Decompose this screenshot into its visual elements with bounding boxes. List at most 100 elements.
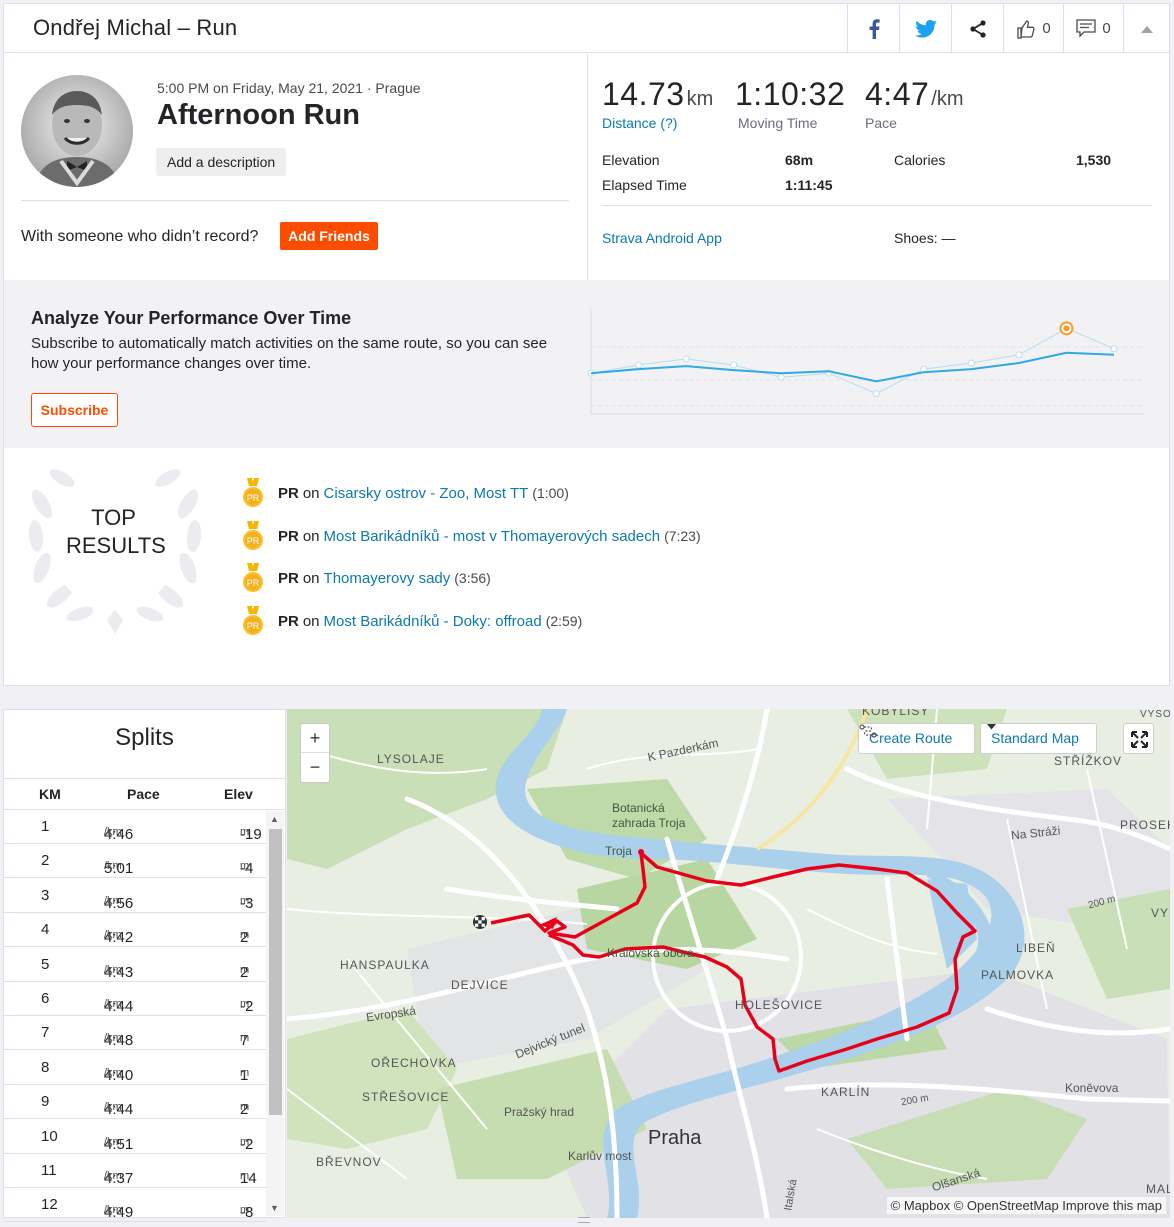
divider [21, 200, 569, 201]
pr-medal-icon: PR [243, 521, 263, 550]
segment-time: (1:00) [532, 485, 569, 501]
top-results-line1: TOP [91, 505, 136, 530]
comments-button[interactable]: 0 [1063, 4, 1123, 53]
chart-series-line [590, 351, 1115, 383]
chart-point [967, 359, 975, 367]
elapsed-time-label: Elapsed Time [602, 177, 687, 193]
scroll-up-arrow-icon[interactable]: ▲ [270, 814, 279, 824]
add-description-button[interactable]: Add a description [156, 148, 287, 176]
medal-label: PR [247, 621, 260, 631]
scroll-down-arrow-icon[interactable]: ▼ [270, 1203, 279, 1213]
map-label: LIBEŇ [1016, 941, 1056, 955]
zoom-out-button[interactable]: − [301, 753, 329, 782]
splits-table-header: KM Pace Elev [4, 778, 285, 810]
facebook-share-button[interactable] [847, 4, 899, 53]
distance-label-link[interactable]: Distance (?) [602, 115, 713, 131]
split-km: 6 [41, 990, 50, 1007]
create-route-button[interactable]: Create Route [858, 723, 975, 754]
pr-label: PR [278, 569, 299, 587]
device-link[interactable]: Strava Android App [602, 230, 722, 246]
share-button[interactable] [951, 4, 1003, 53]
pr-label: PR [278, 527, 299, 545]
pr-on: on [302, 527, 320, 545]
distance-unit: km [686, 88, 714, 110]
list-item: PR PR on Cisarsky ostrov - Zoo, Most TT … [242, 478, 569, 508]
list-item: PR PR on Most Barikádníků - Doky: offroa… [242, 606, 582, 636]
map-label: DEJVICE [451, 978, 509, 992]
twitter-share-button[interactable] [899, 4, 951, 53]
chart-point [872, 390, 880, 398]
map-attribution[interactable]: © Mapbox © OpenStreetMap Improve this ma… [886, 1197, 1166, 1214]
pace-value: 4:47 [865, 76, 930, 112]
split-pace-unit: /km [104, 1101, 122, 1114]
chart-point [730, 361, 738, 369]
calories-label: Calories [894, 152, 946, 168]
map-style-select[interactable]: Standard Map [980, 723, 1097, 754]
scrollbar-thumb[interactable] [269, 829, 282, 1115]
resize-grip-icon[interactable] [578, 1217, 590, 1223]
pr-on: on [302, 569, 320, 587]
split-pace-unit: /km [104, 894, 122, 907]
map-label: Koněvova [1065, 1081, 1119, 1095]
split-pace-unit: /km [104, 826, 122, 838]
table-row: 9 4:44 /km 2 m [4, 1085, 266, 1120]
segment-link[interactable]: Cisarsky ostrov - Zoo, Most TT [324, 485, 529, 502]
avatar[interactable] [21, 75, 133, 187]
performance-chart [587, 308, 1144, 415]
expand-icon [1131, 731, 1148, 748]
table-row: 2 5:01 /km -4 m [4, 844, 266, 879]
split-elev-unit: m [240, 1135, 250, 1148]
split-elev-unit: m [240, 963, 250, 976]
segment-time: (7:23) [664, 528, 701, 544]
split-elev-unit: m [240, 894, 250, 907]
kudos-button[interactable]: 0 [1003, 4, 1063, 53]
split-pace-unit: /km [104, 1204, 122, 1217]
table-row: 3 4:56 /km -3 m [4, 879, 266, 913]
map-style-label: Standard Map [991, 730, 1079, 746]
split-elev-unit: m [240, 1032, 250, 1045]
segment-link[interactable]: Most Barikádníků - Doky: offroad [324, 613, 542, 630]
map-label: HANSPAULKA [340, 958, 430, 972]
split-pace-unit: /km [104, 1170, 122, 1182]
chart-point [635, 361, 643, 369]
map-label: BŘEVNOV [316, 1155, 382, 1169]
col-km: KM [39, 786, 61, 802]
split-pace-unit: /km [104, 1066, 122, 1079]
split-elev-unit: m [240, 998, 250, 1010]
splits-scrollbar[interactable]: ▲ ▼ [266, 811, 284, 1216]
split-elev-unit: m [240, 826, 250, 838]
create-route-label: Create Route [869, 730, 953, 746]
map-label: Královská obora [607, 946, 694, 960]
map-label: Troja [605, 844, 632, 858]
activity-card: Ondřej Michal – Run 0 0 5:00 PM on Frida… [3, 3, 1170, 686]
map-label: KARLÍN [821, 1085, 871, 1099]
add-friends-button[interactable]: Add Friends [280, 222, 378, 250]
split-pace-unit: /km [104, 1135, 122, 1148]
map-label: HOLEŠOVICE [735, 998, 824, 1012]
segment-link[interactable]: Most Barikádníků - most v Thomayerových … [324, 528, 661, 545]
kudos-count: 0 [1042, 20, 1051, 37]
shoes-info: Shoes: — [894, 230, 956, 246]
segment-link[interactable]: Thomayerovy sady [324, 570, 451, 587]
route-map[interactable]: LYSOLAJE K Pazderkám STŘÍŽKOV KOBYLISY B… [287, 709, 1170, 1218]
medal-label: PR [247, 536, 260, 546]
split-km: 1 [41, 818, 50, 835]
split-km: 2 [41, 852, 50, 870]
map-label: PALMOVKA [981, 968, 1055, 982]
collapse-button[interactable] [1123, 4, 1169, 53]
zoom-control: + − [300, 723, 330, 783]
pr-on: on [302, 612, 320, 630]
elapsed-time-value: 1:11:45 [785, 177, 833, 193]
subscribe-button[interactable]: Subscribe [31, 393, 118, 427]
map-label: MAL [1146, 1182, 1170, 1196]
table-row: 4 4:42 /km 2 m [4, 913, 266, 948]
fullscreen-button[interactable] [1123, 723, 1154, 754]
map-label: Botanická zahrada Troja [612, 801, 686, 830]
facebook-icon [869, 18, 880, 39]
thumbs-up-icon [1017, 19, 1035, 39]
zoom-in-button[interactable]: + [301, 724, 329, 753]
map-label: OŘECHOVKA [371, 1056, 457, 1070]
split-elev-unit: m [240, 1101, 250, 1114]
share-icon [969, 19, 986, 38]
map-label: Karlův most [568, 1149, 632, 1163]
